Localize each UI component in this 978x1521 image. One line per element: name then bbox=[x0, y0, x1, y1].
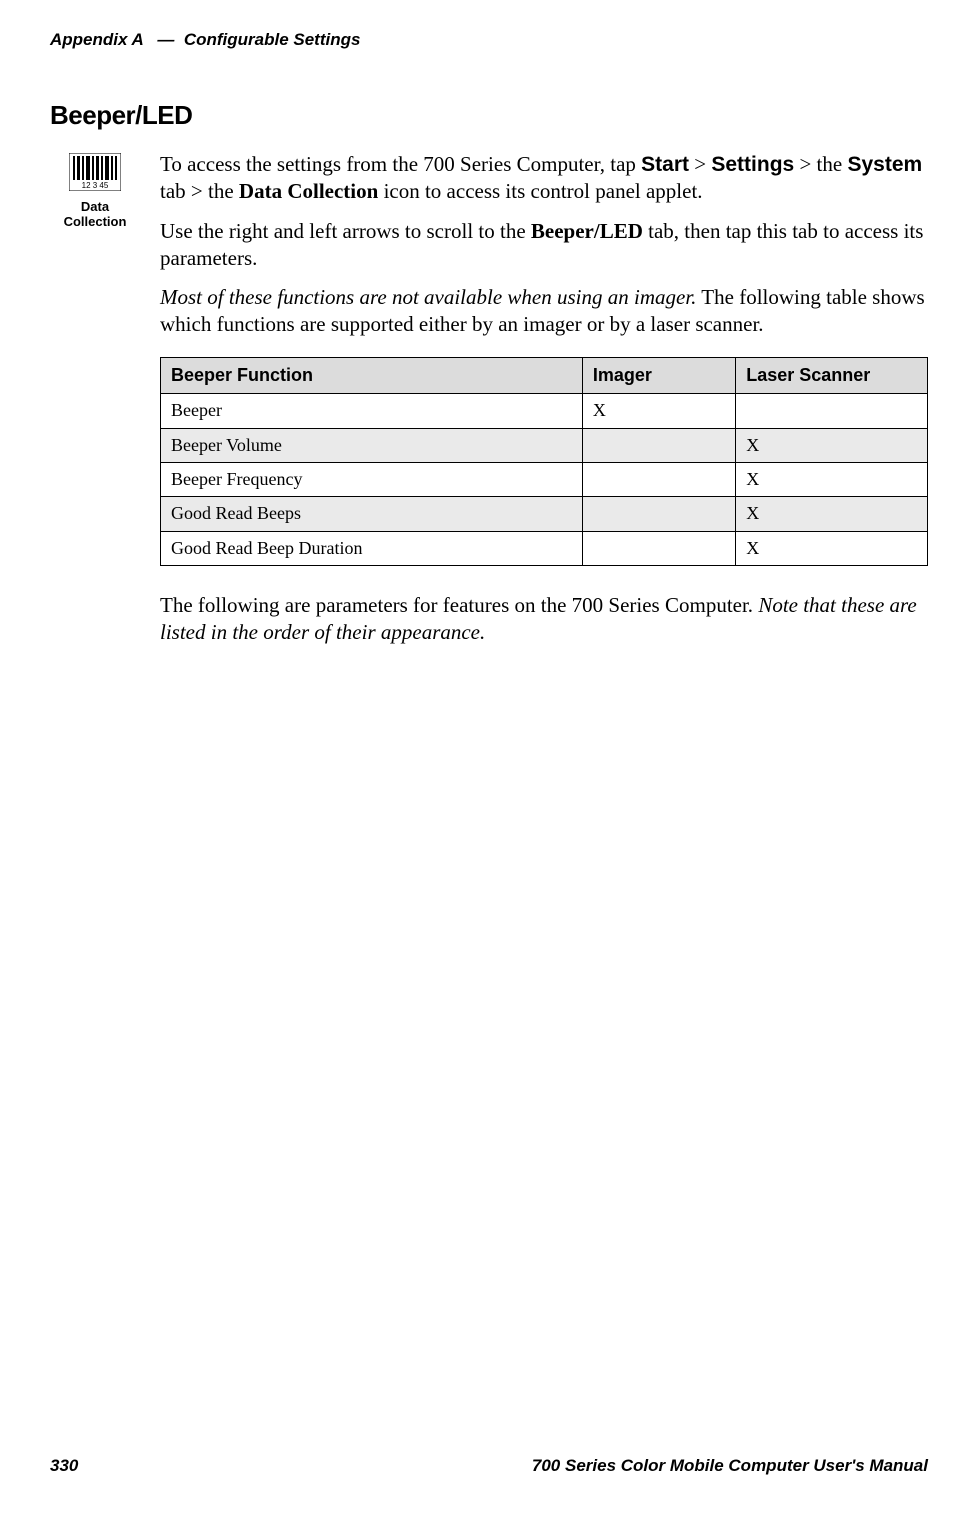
icon-label: Data Collection bbox=[50, 200, 140, 230]
table-row: Good Read Beeps X bbox=[161, 497, 928, 531]
barcode-icon: 12 3 45 bbox=[69, 153, 121, 191]
header-title: Configurable Settings bbox=[184, 30, 361, 49]
section-title: Beeper/LED bbox=[50, 100, 928, 131]
header-appendix: Appendix bbox=[50, 30, 127, 49]
ui-data-collection: Data Collection bbox=[239, 179, 378, 203]
svg-text:12 3 45: 12 3 45 bbox=[82, 181, 109, 190]
header-letter: A bbox=[132, 30, 144, 49]
table-row: Good Read Beep Duration X bbox=[161, 531, 928, 565]
table-row: Beeper Volume X bbox=[161, 428, 928, 462]
table-row: Beeper X bbox=[161, 394, 928, 428]
paragraph-3: Most of these functions are not availabl… bbox=[160, 284, 928, 339]
th-imager: Imager bbox=[582, 357, 735, 393]
beeper-function-table: Beeper Function Imager Laser Scanner Bee… bbox=[160, 357, 928, 566]
paragraph-4: The following are parameters for feature… bbox=[160, 592, 928, 647]
text-column: To access the settings from the 700 Seri… bbox=[160, 151, 928, 659]
th-function: Beeper Function bbox=[161, 357, 583, 393]
ui-system: System bbox=[847, 153, 922, 176]
ui-settings: Settings bbox=[711, 153, 794, 176]
icon-label-line1: Data bbox=[81, 199, 109, 214]
ui-beeper-led: Beeper/LED bbox=[531, 219, 643, 243]
para3-italic: Most of these functions are not availabl… bbox=[160, 285, 696, 309]
ui-start: Start bbox=[641, 153, 689, 176]
page-header: Appendix A — Configurable Settings bbox=[50, 30, 928, 50]
page-footer: 330 700 Series Color Mobile Computer Use… bbox=[50, 1456, 928, 1476]
paragraph-2: Use the right and left arrows to scroll … bbox=[160, 218, 928, 273]
paragraph-1: To access the settings from the 700 Seri… bbox=[160, 151, 928, 206]
content-row: 12 3 45 Data Collection To access the se… bbox=[50, 151, 928, 659]
header-dash: — bbox=[157, 30, 174, 49]
footer-title: 700 Series Color Mobile Computer User's … bbox=[532, 1456, 928, 1476]
table-row: Beeper Frequency X bbox=[161, 462, 928, 496]
icon-label-line2: Collection bbox=[64, 214, 127, 229]
icon-column: 12 3 45 Data Collection bbox=[50, 151, 140, 230]
page-number: 330 bbox=[50, 1456, 78, 1476]
th-laser: Laser Scanner bbox=[736, 357, 928, 393]
